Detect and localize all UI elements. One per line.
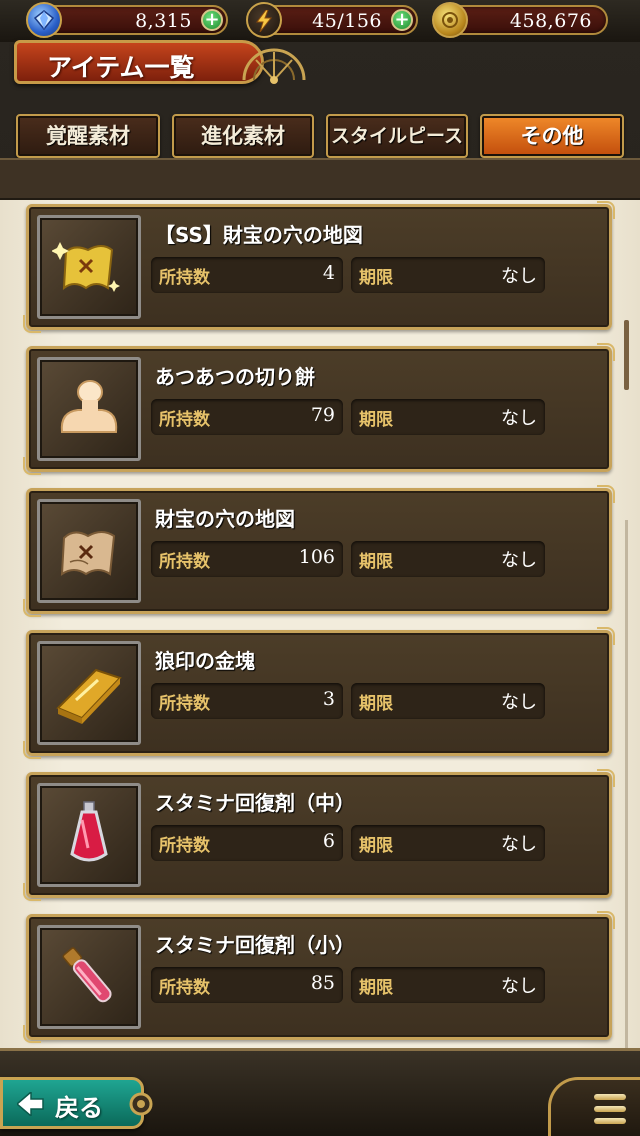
bottom-bar: 戻る <box>0 1048 640 1136</box>
item-name: 【SS】財宝の穴の地図 <box>155 223 363 247</box>
item-name: 狼印の金塊 <box>155 649 255 673</box>
expiry-value: なし <box>501 976 537 997</box>
expiry-value: なし <box>501 266 537 287</box>
quantity-value: 6 <box>322 830 335 852</box>
quantity-field: 所持数 79 <box>151 399 343 435</box>
tab-awakening-materials[interactable]: 覚醒素材 <box>16 114 160 158</box>
card-corner-ornament <box>597 911 615 929</box>
item-thumbnail <box>37 783 141 887</box>
compass-ornament-icon <box>242 48 306 84</box>
quantity-value: 3 <box>322 688 335 710</box>
quantity-label: 所持数 <box>159 268 210 288</box>
add-gems-button[interactable]: + <box>201 9 223 31</box>
golden-map-icon <box>52 242 120 292</box>
item-name: あつあつの切り餅 <box>155 365 315 389</box>
stamina-potion-medium-icon <box>70 801 108 862</box>
quantity-label: 所持数 <box>159 694 210 714</box>
coin-icon <box>432 2 468 38</box>
expiry-field: 期限 なし <box>351 399 545 435</box>
item-list[interactable]: 【SS】財宝の穴の地図 所持数 4 期限 なし あつあつの切り餅 所持数 79 … <box>0 200 640 1048</box>
item-thumbnail <box>37 499 141 603</box>
quantity-label: 所持数 <box>159 410 210 430</box>
menu-button[interactable] <box>548 1077 640 1136</box>
expiry-label: 期限 <box>359 552 393 572</box>
card-corner-ornament <box>597 485 615 503</box>
tab-evolution-materials[interactable]: 進化素材 <box>172 114 314 158</box>
quantity-field: 所持数 4 <box>151 257 343 293</box>
item-thumbnail <box>37 215 141 319</box>
expiry-label: 期限 <box>359 268 393 288</box>
tab-style-pieces[interactable]: スタイルピース <box>326 114 468 158</box>
tab-subheader-bar <box>0 158 640 200</box>
item-name: スタミナ回復剤（中） <box>155 791 355 815</box>
item-card-stamina-potion-medium[interactable]: スタミナ回復剤（中） 所持数 6 期限 なし <box>23 769 615 901</box>
expiry-field: 期限 なし <box>351 541 545 577</box>
ornament-icon <box>129 1092 153 1116</box>
item-name: スタミナ回復剤（小） <box>155 933 355 957</box>
item-card-wolf-gold-bar[interactable]: 狼印の金塊 所持数 3 期限 なし <box>23 627 615 759</box>
item-thumbnail <box>37 641 141 745</box>
expiry-field: 期限 なし <box>351 683 545 719</box>
expiry-label: 期限 <box>359 410 393 430</box>
card-corner-ornament <box>597 343 615 361</box>
expiry-label: 期限 <box>359 978 393 998</box>
gem-icon <box>26 2 62 38</box>
expiry-value: なし <box>501 692 537 713</box>
category-tabs: 覚醒素材 進化素材 スタイルピース その他 <box>0 110 640 162</box>
stamina-count: 45/156 <box>312 10 382 32</box>
page-title: アイテム一覧 <box>47 53 195 82</box>
stamina-potion-small-icon <box>62 947 112 1003</box>
back-arrow-icon <box>17 1092 44 1116</box>
card-corner-ornament <box>597 769 615 787</box>
quantity-label: 所持数 <box>159 552 210 572</box>
item-thumbnail <box>37 925 141 1029</box>
expiry-label: 期限 <box>359 836 393 856</box>
quantity-label: 所持数 <box>159 836 210 856</box>
quantity-value: 4 <box>322 262 335 284</box>
quantity-field: 所持数 106 <box>151 541 343 577</box>
expiry-value: なし <box>501 834 537 855</box>
gem-count: 8,315 <box>135 10 192 32</box>
add-stamina-button[interactable]: + <box>391 9 413 31</box>
item-card-hot-mochi[interactable]: あつあつの切り餅 所持数 79 期限 なし <box>23 343 615 475</box>
quantity-value: 106 <box>298 546 335 568</box>
item-card-stamina-potion-small[interactable]: スタミナ回復剤（小） 所持数 85 期限 なし <box>23 911 615 1043</box>
card-corner-ornament <box>597 201 615 219</box>
expiry-field: 期限 なし <box>351 967 545 1003</box>
item-card-treasure-map[interactable]: 財宝の穴の地図 所持数 106 期限 なし <box>23 485 615 617</box>
item-name: 財宝の穴の地図 <box>155 507 295 531</box>
quantity-field: 所持数 3 <box>151 683 343 719</box>
quantity-value: 85 <box>310 972 335 994</box>
item-thumbnail <box>37 357 141 461</box>
tab-other[interactable]: その他 <box>480 114 624 158</box>
treasure-map-icon <box>60 531 116 576</box>
item-list-screen: 8,315 + 45/156 + 458,676 アイテム一覧 覚醒素材 進化素… <box>0 0 640 1136</box>
resource-bar: 8,315 + 45/156 + 458,676 <box>0 0 640 42</box>
scrollbar-track <box>625 520 628 1048</box>
quantity-field: 所持数 85 <box>151 967 343 1003</box>
page-title-banner: アイテム一覧 <box>14 40 264 84</box>
quantity-value: 79 <box>310 404 335 426</box>
gold-count: 458,676 <box>509 10 592 32</box>
mochi-icon <box>60 380 118 433</box>
back-button-label: 戻る <box>55 1094 103 1122</box>
expiry-label: 期限 <box>359 694 393 714</box>
expiry-field: 期限 なし <box>351 825 545 861</box>
quantity-field: 所持数 6 <box>151 825 343 861</box>
item-card-ss-treasure-map[interactable]: 【SS】財宝の穴の地図 所持数 4 期限 なし <box>23 201 615 333</box>
back-button[interactable]: 戻る <box>0 1077 153 1129</box>
expiry-value: なし <box>501 550 537 571</box>
quantity-label: 所持数 <box>159 978 210 998</box>
expiry-value: なし <box>501 408 537 429</box>
gold-bar-icon <box>56 668 122 724</box>
card-corner-ornament <box>597 627 615 645</box>
lightning-icon <box>246 2 282 38</box>
scrollbar-thumb[interactable] <box>624 320 629 390</box>
expiry-field: 期限 なし <box>351 257 545 293</box>
